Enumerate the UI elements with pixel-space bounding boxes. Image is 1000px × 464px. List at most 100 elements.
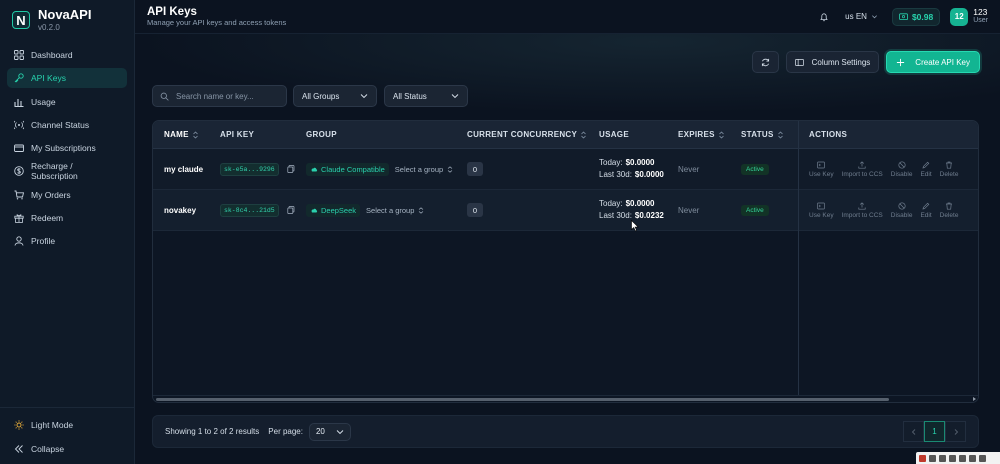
column-header-status[interactable]: STATUS <box>734 121 798 148</box>
horizontal-scrollbar[interactable] <box>153 395 978 402</box>
column-settings-label: Column Settings <box>811 57 871 67</box>
chevron-left-icon <box>911 428 915 435</box>
chevron-updown-icon <box>419 206 424 214</box>
ban-icon <box>898 201 906 210</box>
group-select[interactable]: Select a group <box>366 206 424 215</box>
delete-action[interactable]: Delete <box>940 202 958 219</box>
key-name: my claude <box>164 164 204 174</box>
collapse-button[interactable]: Collapse <box>7 440 127 458</box>
sidebar-item-orders[interactable]: My Orders <box>7 185 127 205</box>
copy-icon[interactable] <box>287 165 295 173</box>
group-filter-select[interactable]: All Groups <box>293 85 377 107</box>
use-key-action[interactable]: Use Key <box>809 161 834 178</box>
expires-value: Never <box>678 205 700 215</box>
usage-summary: Today: $0.0000 Last 30d: $0.0232 <box>599 199 664 220</box>
brand[interactable]: N NovaAPI v0.2.0 <box>0 3 134 37</box>
brand-version: v0.2.0 <box>38 22 60 32</box>
pencil-icon <box>922 202 930 209</box>
table-row: novakey sk-8c4...21d5 DeepSeek Select a … <box>153 190 978 231</box>
balance-value: $0.98 <box>911 11 934 22</box>
api-key-value: sk-e5a...9296 <box>220 162 279 176</box>
import-action[interactable]: Import to CCS <box>842 201 883 219</box>
create-api-key-button[interactable]: Create API Key <box>886 51 980 73</box>
bell-icon[interactable] <box>819 12 829 22</box>
tray-icon <box>939 454 946 462</box>
use-key-action[interactable]: Use Key <box>809 202 834 219</box>
column-header-group: GROUP <box>306 130 337 139</box>
column-header-name[interactable]: NAME <box>153 121 210 148</box>
disable-action[interactable]: Disable <box>891 201 912 219</box>
balance-badge[interactable]: $0.98 <box>891 7 941 26</box>
scroll-right-arrow-icon[interactable] <box>973 397 976 401</box>
language-selector[interactable]: us EN <box>845 12 878 21</box>
api-keys-table: NAME API KEY GROUP CURRENT CONCURRENCY U… <box>152 120 979 403</box>
sidebar: N NovaAPI v0.2.0 Dashboard API Keys Usag… <box>0 0 135 464</box>
column-header-expires[interactable]: EXPIRES <box>672 121 734 148</box>
api-key-value: sk-8c4...21d5 <box>220 203 279 217</box>
delete-action[interactable]: Delete <box>940 161 958 178</box>
user-menu[interactable]: 12 123 User <box>950 7 988 26</box>
sort-icon <box>777 131 783 138</box>
sidebar-item-dashboard[interactable]: Dashboard <box>7 45 127 65</box>
concurrency-count: 0 <box>467 162 483 176</box>
chevron-down-icon <box>451 94 459 99</box>
sidebar-item-redeem[interactable]: Redeem <box>7 208 127 228</box>
cloud-icon <box>311 167 318 172</box>
search-box[interactable] <box>152 85 287 107</box>
filters: All Groups All Status <box>152 85 475 107</box>
group-select[interactable]: Select a group <box>395 165 453 174</box>
toolbar: Column Settings Create API Key <box>745 51 980 73</box>
double-chevron-left-icon <box>14 445 23 453</box>
topbar: API Keys Manage your API keys and access… <box>135 0 1000 34</box>
terminal-icon <box>817 202 826 209</box>
next-page-button[interactable] <box>945 421 966 442</box>
search-input[interactable] <box>176 91 276 101</box>
status-filter-select[interactable]: All Status <box>384 85 468 107</box>
chevron-down-icon <box>871 15 877 19</box>
refresh-icon <box>761 58 769 66</box>
concurrency-count: 0 <box>467 203 483 217</box>
edit-action[interactable]: Edit <box>920 202 932 219</box>
status-badge: Active <box>741 163 769 175</box>
column-header-concurrency[interactable]: CURRENT CONCURRENCY <box>457 121 588 148</box>
status-badge: Active <box>741 204 769 216</box>
collapse-label: Collapse <box>31 444 65 454</box>
light-mode-toggle[interactable]: Light Mode <box>7 416 127 434</box>
page-number-button[interactable]: 1 <box>924 421 945 442</box>
wallet-icon <box>899 13 908 21</box>
prev-page-button[interactable] <box>903 421 924 442</box>
sidebar-item-profile[interactable]: Profile <box>7 231 127 251</box>
sidebar-item-channel-status[interactable]: Channel Status <box>7 115 127 135</box>
language-label: us EN <box>845 12 867 21</box>
copy-icon[interactable] <box>287 206 295 214</box>
column-settings-button[interactable]: Column Settings <box>785 51 880 73</box>
avatar: 12 <box>950 7 969 26</box>
sidebar-item-label: API Keys <box>31 73 66 84</box>
usage-summary: Today: $0.0000 Last 30d: $0.0000 <box>599 158 664 179</box>
refresh-button[interactable] <box>751 51 779 73</box>
expires-value: Never <box>678 164 700 174</box>
search-icon <box>160 92 169 101</box>
table-header: NAME API KEY GROUP CURRENT CONCURRENCY U… <box>153 121 978 149</box>
sidebar-item-subscriptions[interactable]: My Subscriptions <box>7 138 127 158</box>
edit-action[interactable]: Edit <box>920 161 932 178</box>
ban-icon <box>898 160 906 169</box>
import-action[interactable]: Import to CCS <box>842 160 883 178</box>
sidebar-item-api-keys[interactable]: API Keys <box>7 68 127 89</box>
chevron-right-icon <box>954 428 958 435</box>
results-summary: Showing 1 to 2 of 2 results <box>165 427 260 436</box>
sidebar-item-label: Dashboard <box>31 50 73 60</box>
scrollbar-thumb[interactable] <box>156 398 889 401</box>
per-page-select[interactable]: 20 <box>308 422 351 441</box>
user-icon <box>14 236 24 246</box>
key-icon <box>14 73 24 83</box>
sidebar-item-recharge[interactable]: Recharge / Subscription <box>7 161 127 181</box>
sidebar-item-label: My Orders <box>31 189 71 200</box>
tray-icon <box>949 454 956 462</box>
plus-icon <box>897 58 905 66</box>
disable-action[interactable]: Disable <box>891 160 912 178</box>
tray-icon <box>959 454 966 462</box>
sidebar-item-usage[interactable]: Usage <box>7 92 127 112</box>
cart-icon <box>14 190 24 200</box>
chevron-down-icon <box>336 429 344 434</box>
